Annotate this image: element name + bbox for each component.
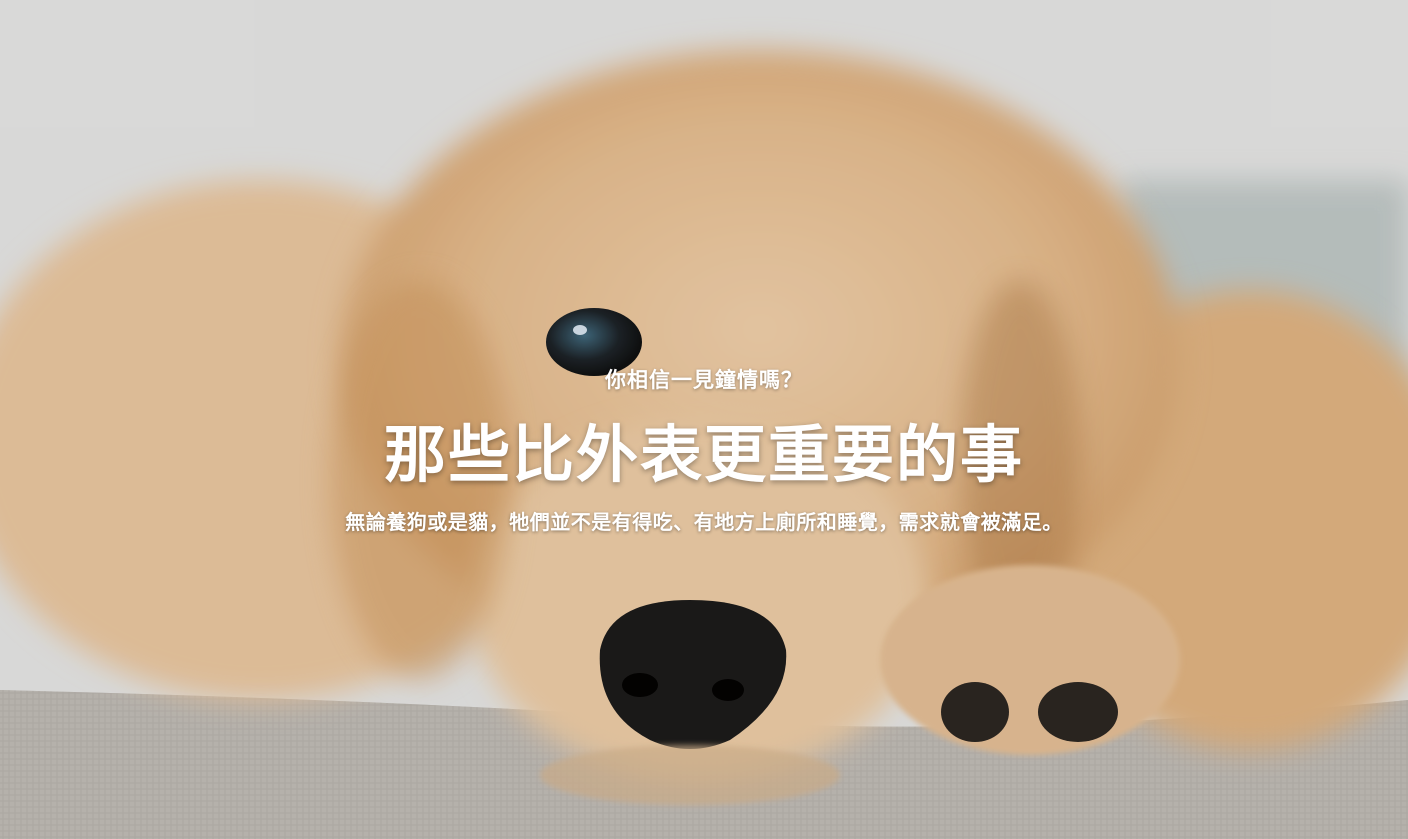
hero-title: 那些比外表更重要的事 bbox=[383, 418, 1024, 491]
hero-text-block: 你相信一見鐘情嗎？ 那些比外表更重要的事 無論養狗或是貓，牠們並不是有得吃、有地… bbox=[0, 0, 1408, 839]
hero-section: 你相信一見鐘情嗎？ 那些比外表更重要的事 無論養狗或是貓，牠們並不是有得吃、有地… bbox=[0, 0, 1408, 839]
hero-eyebrow: 你相信一見鐘情嗎？ bbox=[605, 368, 803, 392]
hero-subtitle: 無論養狗或是貓，牠們並不是有得吃、有地方上廁所和睡覺，需求就會被滿足。 bbox=[345, 510, 1063, 534]
